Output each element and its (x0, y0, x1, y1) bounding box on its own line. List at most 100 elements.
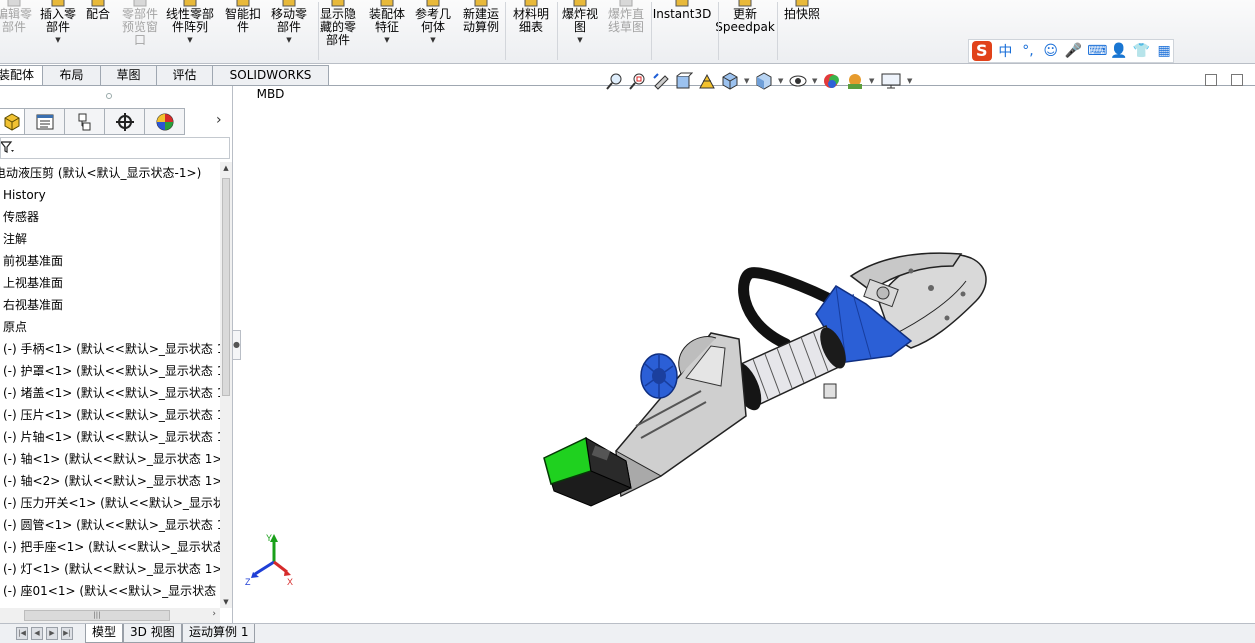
assembly-features-label: 装配体 特征 (368, 7, 405, 34)
edit-component-label: 编辑零 部件 (0, 7, 33, 34)
triad-z-label: Z (245, 577, 251, 587)
chevron-down-icon[interactable]: ▼ (187, 36, 192, 44)
tab-assembly[interactable]: 装配体 (0, 65, 44, 86)
configurationmanager-tab-icon[interactable] (65, 108, 105, 135)
propertymanager-tab-icon[interactable] (25, 108, 65, 135)
feature-tree-item[interactable]: (-) 把手座<1> (默认<<默认>_显示状态 (0, 536, 220, 558)
linear-component-pattern-button[interactable]: 线性零部 件阵列 ▼ (164, 0, 216, 62)
display-manager-tab-icon[interactable] (145, 108, 185, 135)
feature-tree-item[interactable]: (-) 轴<1> (默认<<默认>_显示状态 1>) (0, 448, 220, 470)
feature-tree-item[interactable]: (-) 堵盖<1> (默认<<默认>_显示状态 1 (0, 382, 220, 404)
sogou-logo-icon[interactable]: S (972, 41, 992, 61)
ime-user-icon[interactable]: 👤 (1110, 43, 1128, 59)
tab-layout[interactable]: 布局 (43, 65, 102, 86)
ime-punctuation[interactable]: °, (1019, 43, 1037, 59)
blue-motor-cap[interactable] (640, 353, 678, 399)
tab-3d-view[interactable]: 3D 视图 (123, 624, 182, 643)
reference-geometry-button[interactable]: 参考几 何体 ▼ (414, 0, 452, 62)
feature-tree-item[interactable]: (-) 座01<1> (默认<<默认>_显示状态 1 (0, 580, 220, 602)
maximize-viewport-icon[interactable] (1231, 74, 1243, 86)
chevron-down-icon[interactable]: ▼ (430, 36, 435, 44)
take-snapshot-button[interactable]: 拍快照 (784, 0, 820, 62)
exploded-view-button[interactable]: 爆炸视 图 ▼ (561, 0, 599, 62)
display-style-dropdown-icon[interactable]: ▼ (778, 77, 784, 85)
panel-tabs-next-arrow-icon[interactable]: › (216, 112, 222, 128)
assembly-features-button[interactable]: 装配体 特征 ▼ (367, 0, 407, 62)
tab-model[interactable]: 模型 (85, 624, 124, 643)
hide-show-dropdown-icon[interactable]: ▼ (812, 77, 818, 85)
mate-button[interactable]: 配合 (83, 0, 113, 62)
feature-tree-item[interactable]: 传感器 (0, 206, 220, 228)
insert-components-button[interactable]: 插入零 部件 ▼ (38, 0, 78, 62)
ime-skin-icon[interactable]: 👕 (1133, 43, 1151, 59)
funnel-icon[interactable] (0, 140, 15, 158)
chevron-down-icon[interactable]: ▼ (286, 36, 291, 44)
feature-tree-item[interactable]: 右视基准面 (0, 294, 220, 316)
horizontal-scroll-thumb[interactable]: ||| (24, 610, 170, 621)
bill-of-materials-button[interactable]: 材料明 细表 (511, 0, 551, 62)
bill-of-materials-label: 材料明 细表 (512, 7, 549, 34)
tab-sketch[interactable]: 草图 (101, 65, 158, 86)
chevron-down-icon[interactable]: ▼ (577, 36, 582, 44)
new-motion-study-button[interactable]: 新建运 动算例 (460, 0, 502, 62)
view-settings-dropdown-icon[interactable]: ▼ (907, 77, 913, 85)
feature-tree-item[interactable]: (-) 片轴<1> (默认<<默认>_显示状态 1 (0, 426, 220, 448)
tab-evaluate[interactable]: 评估 (157, 65, 214, 86)
feature-tree-root[interactable]: 电动液压剪 (默认<默认_显示状态-1>) (0, 162, 220, 184)
scroll-right-arrow-icon[interactable]: › (212, 609, 216, 619)
scroll-up-arrow-icon[interactable]: ▲ (220, 162, 232, 174)
featuremanager-tab-icon[interactable] (0, 108, 25, 135)
feature-tree-item[interactable]: (-) 压力开关<1> (默认<<默认>_显示状 (0, 492, 220, 514)
apply-scene-dropdown-icon[interactable]: ▼ (869, 77, 875, 85)
main-body[interactable] (615, 332, 747, 498)
instant3d-button[interactable]: Instant3D (653, 0, 711, 62)
feature-tree-vertical-scrollbar[interactable]: ▲ ▼ (220, 162, 232, 608)
chevron-down-icon[interactable]: ▼ (55, 36, 60, 44)
feature-tree-item[interactable]: 前视基准面 (0, 250, 220, 272)
view-orientation-dropdown-icon[interactable]: ▼ (744, 77, 750, 85)
ime-voice-icon[interactable]: 🎤 (1064, 43, 1082, 59)
chevron-down-icon[interactable]: ▼ (384, 36, 389, 44)
explode-line-sketch-button[interactable]: 爆炸直 线草图 (606, 0, 646, 62)
feature-tree-item[interactable]: (-) 压片<1> (默认<<默认>_显示状态 1 (0, 404, 220, 426)
panel-grip-handle[interactable] (106, 93, 112, 99)
tab-motion-study-1[interactable]: 运动算例 1 (182, 624, 256, 643)
next-tab-nav-icon[interactable]: ▶ (46, 627, 58, 640)
feature-tree-item[interactable]: 注解 (0, 228, 220, 250)
feature-tree-horizontal-scrollbar[interactable]: ||| › (0, 608, 220, 623)
insert-components-label: 插入零 部件 (39, 7, 76, 34)
feature-tree-item[interactable]: (-) 手柄<1> (默认<<默认>_显示状态 1 (0, 338, 220, 360)
show-hidden-components-button[interactable]: 显示隐 藏的零 部件 (317, 0, 359, 62)
ime-emoji-icon[interactable]: ☺ (1042, 43, 1060, 59)
edit-component-button[interactable]: 编辑零 部件 (0, 0, 32, 62)
panel-splitter-handle[interactable]: ● (233, 330, 241, 360)
new-motion-study-label: 新建运 动算例 (462, 7, 499, 34)
feature-tree-item[interactable]: 原点 (0, 316, 220, 338)
hydraulic-cutter-model[interactable]: Y Z X (241, 86, 1255, 623)
scroll-down-arrow-icon[interactable]: ▼ (220, 596, 232, 608)
dimxpert-tab-icon[interactable] (105, 108, 145, 135)
ime-toolbox-icon[interactable]: ▦ (1155, 43, 1173, 59)
ribbon-separator (718, 2, 719, 60)
update-speedpak-button[interactable]: 更新 Speedpak (715, 0, 775, 62)
feature-tree-item[interactable]: 上视基准面 (0, 272, 220, 294)
smart-fasteners-button[interactable]: 智能扣 件 (223, 0, 263, 62)
ime-chinese-mode[interactable]: 中 (997, 41, 1015, 61)
triad-y-label: Y (266, 533, 272, 543)
tab-solidworks-mbd[interactable]: SOLIDWORKS MBD (213, 65, 330, 101)
prev-tab-nav-icon[interactable]: ◀ (31, 627, 43, 640)
feature-tree-filter[interactable] (0, 137, 230, 159)
ime-keyboard-icon[interactable]: ⌨ (1087, 43, 1107, 59)
first-tab-nav-icon[interactable]: |◀ (16, 627, 28, 640)
feature-tree-item[interactable]: History (0, 184, 220, 206)
move-component-button[interactable]: 移动零 部件 ▼ (269, 0, 309, 62)
feature-tree-item[interactable]: (-) 灯<1> (默认<<默认>_显示状态 1>) (0, 558, 220, 580)
scroll-thumb[interactable] (222, 178, 230, 396)
component-preview-window-button[interactable]: 零部件 预览窗 口 (120, 0, 160, 62)
graphics-area[interactable]: Y Z X (241, 86, 1255, 623)
feature-tree-item[interactable]: (-) 护罩<1> (默认<<默认>_显示状态 1 (0, 360, 220, 382)
feature-tree-item[interactable]: (-) 圆管<1> (默认<<默认>_显示状态 1 (0, 514, 220, 536)
restore-viewport-icon[interactable] (1205, 74, 1217, 86)
feature-tree-item[interactable]: (-) 轴<2> (默认<<默认>_显示状态 1>) (0, 470, 220, 492)
last-tab-nav-icon[interactable]: ▶| (61, 627, 73, 640)
